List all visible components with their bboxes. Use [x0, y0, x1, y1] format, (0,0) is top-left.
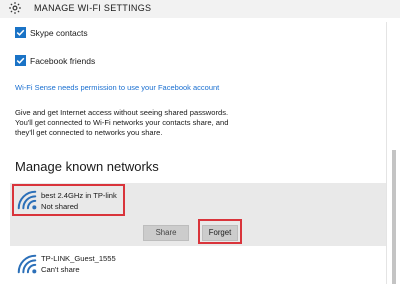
gear-icon — [9, 2, 21, 14]
share-button[interactable]: Share — [143, 225, 189, 241]
checkmark-icon — [16, 57, 25, 64]
settings-header: MANAGE WI-FI SETTINGS — [0, 0, 400, 18]
facebook-friends-label[interactable]: Facebook friends — [30, 56, 95, 66]
checkmark-icon — [16, 29, 25, 36]
network-name-guest[interactable]: TP-LINK_Guest_1555 — [41, 254, 116, 263]
forget-button-highlight — [198, 219, 242, 244]
wifi-icon — [17, 254, 37, 274]
facebook-friends-checkbox[interactable] — [15, 55, 26, 66]
facebook-permission-link[interactable]: Wi-Fi Sense needs permission to use your… — [15, 83, 219, 92]
selected-network-highlight — [12, 184, 125, 216]
page-title: MANAGE WI-FI SETTINGS — [34, 3, 152, 13]
description-line-3: they'll get connected to networks you sh… — [15, 128, 163, 137]
description-line-1: Give and get Internet access without see… — [15, 108, 229, 117]
content-divider — [386, 22, 387, 284]
skype-contacts-label[interactable]: Skype contacts — [30, 28, 88, 38]
section-title: Manage known networks — [15, 159, 159, 174]
skype-contacts-checkbox[interactable] — [15, 27, 26, 38]
scrollbar[interactable] — [392, 150, 396, 284]
description-line-2: You'll get connected to Wi-Fi networks y… — [15, 118, 229, 127]
network-status-guest: Can't share — [41, 265, 80, 274]
